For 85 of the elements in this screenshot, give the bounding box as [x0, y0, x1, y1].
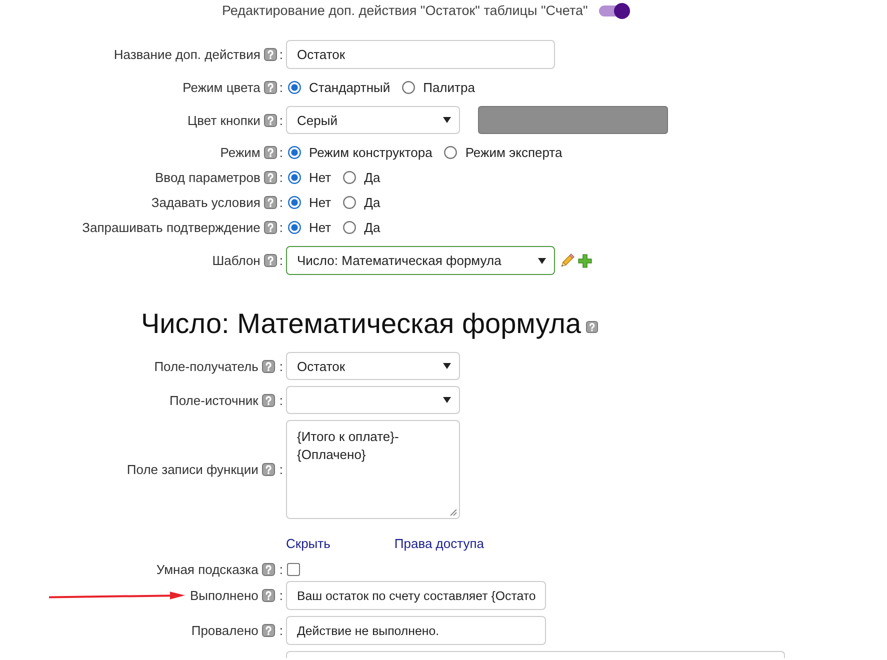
select-field[interactable]	[286, 386, 460, 414]
label-colon: :	[279, 392, 283, 408]
select-field[interactable]: Число: Математическая формула	[286, 246, 555, 275]
text-area[interactable]: {Итого к оплате}-{Оплачено}	[286, 420, 460, 519]
select-field[interactable]: Серый	[286, 106, 460, 134]
field-label: Выполнено	[190, 588, 258, 603]
radio-icon[interactable]	[343, 221, 356, 234]
pencil-icon[interactable]	[560, 253, 575, 268]
help-icon[interactable]	[264, 81, 278, 94]
checkbox[interactable]	[287, 562, 300, 576]
label-colon: :	[279, 220, 283, 235]
help-icon[interactable]	[586, 321, 598, 333]
help-icon[interactable]	[264, 114, 278, 126]
help-icon[interactable]	[262, 463, 276, 476]
caret-icon	[443, 117, 451, 123]
field-label: Поле-источник	[170, 392, 258, 408]
label-colon: :	[279, 253, 283, 268]
text-field[interactable]: Действие не выполнено.	[286, 616, 546, 645]
field-label: Шаблон	[212, 253, 260, 268]
label-colon: :	[279, 112, 283, 128]
select-field[interactable]: Остаток	[286, 352, 460, 380]
help-icon[interactable]	[262, 589, 276, 602]
radio-icon[interactable]	[288, 171, 301, 184]
help-icon[interactable]	[264, 196, 278, 209]
caret-icon	[443, 397, 451, 403]
help-icon[interactable]	[264, 146, 278, 159]
help-icon[interactable]	[262, 360, 276, 372]
radio-option[interactable]: Палитра	[402, 80, 475, 95]
radio-option[interactable]: Да	[343, 170, 380, 185]
label-colon: :	[279, 462, 283, 477]
text-field[interactable]: Ваш остаток по счету составляет {Остато	[286, 581, 546, 610]
radio-option[interactable]: Режим конструктора	[288, 145, 432, 160]
help-icon[interactable]	[264, 48, 278, 61]
radio-icon[interactable]	[288, 196, 301, 209]
field-label: Ввод параметров	[155, 170, 260, 185]
field-label: Задавать условия	[151, 195, 260, 210]
caret-icon	[443, 363, 451, 369]
radio-icon[interactable]	[288, 146, 301, 159]
radio-option[interactable]: Нет	[288, 220, 332, 235]
radio-option[interactable]: Нет	[288, 195, 332, 210]
help-icon[interactable]	[262, 394, 276, 406]
toggle-switch[interactable]	[598, 2, 630, 18]
field-label: Поле-получатель	[154, 358, 258, 374]
radio-icon[interactable]	[343, 171, 356, 184]
label-colon: :	[279, 588, 283, 603]
field-label: Умная подсказка	[156, 562, 258, 576]
caret-icon	[538, 258, 546, 264]
help-icon[interactable]	[264, 171, 278, 184]
field-label: Режим цвета	[182, 80, 260, 95]
label-colon: :	[279, 358, 283, 374]
radio-icon[interactable]	[444, 146, 458, 159]
radio-option[interactable]: Да	[343, 195, 380, 210]
help-icon[interactable]	[262, 624, 276, 637]
text-field[interactable]: Остаток	[286, 40, 555, 69]
section-heading: Число: Математическая формула	[141, 307, 582, 341]
radio-icon[interactable]	[288, 81, 301, 94]
label-colon: :	[279, 562, 283, 576]
resize-handle-icon[interactable]	[449, 508, 457, 516]
radio-option[interactable]: Стандартный	[288, 80, 390, 95]
radio-icon[interactable]	[402, 81, 416, 94]
label-colon: :	[279, 145, 283, 160]
help-icon[interactable]	[264, 221, 278, 234]
field-label: Запрашивать подтверждение	[82, 220, 260, 235]
radio-option[interactable]: Режим эксперта	[444, 145, 562, 160]
help-icon[interactable]	[264, 254, 278, 267]
label-colon: :	[279, 47, 283, 62]
field-label: Цвет кнопки	[188, 112, 260, 128]
link[interactable]: Скрыть	[286, 535, 330, 553]
page-title: Редактирование доп. действия "Остаток" таблицы "Счета"	[222, 3, 588, 18]
label-colon: :	[279, 195, 283, 210]
field-label: Название доп. действия	[114, 47, 260, 62]
link[interactable]: Права доступа	[394, 535, 484, 553]
field-label: Поле записи функции	[126, 462, 258, 477]
label-colon: :	[279, 80, 283, 95]
label-colon: :	[279, 170, 283, 185]
field-label: Провалено	[191, 623, 258, 638]
label-colon: :	[279, 623, 283, 638]
radio-icon[interactable]	[343, 196, 356, 209]
plus-icon[interactable]	[578, 254, 592, 268]
radio-option[interactable]: Нет	[288, 170, 332, 185]
radio-icon[interactable]	[288, 221, 301, 234]
text-field[interactable]	[286, 651, 785, 658]
help-icon[interactable]	[262, 562, 276, 576]
field-label: Режим	[220, 145, 260, 160]
radio-option[interactable]: Да	[343, 220, 380, 235]
